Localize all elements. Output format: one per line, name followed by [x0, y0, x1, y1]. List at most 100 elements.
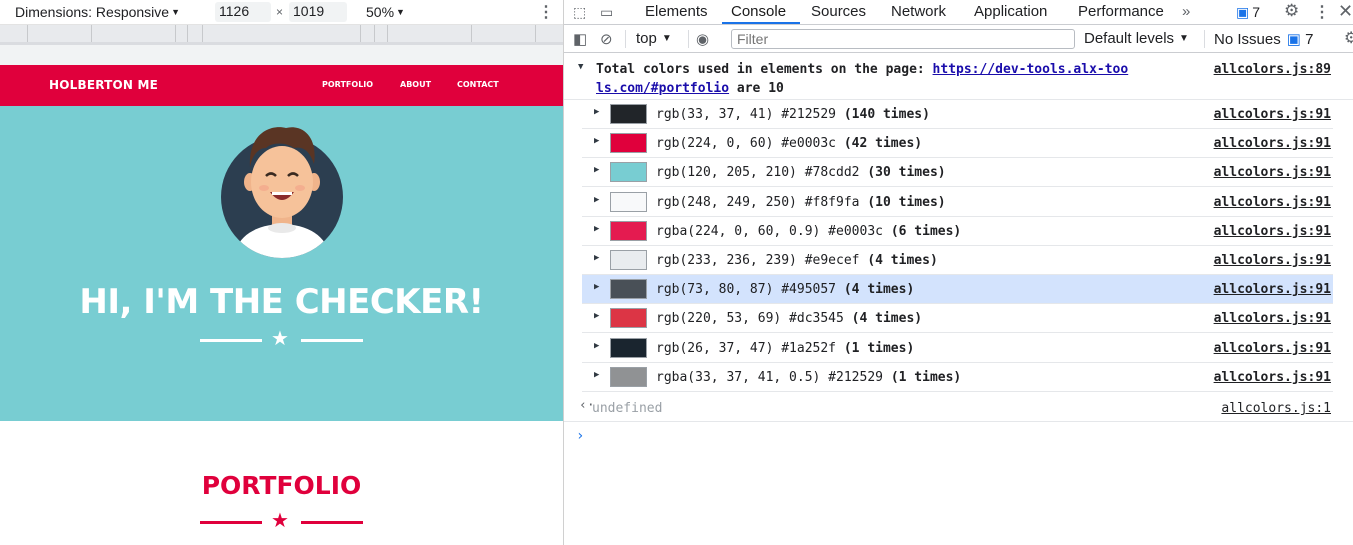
tab-elements[interactable]: Elements [645, 3, 708, 20]
color-text: rgb(73, 80, 87) #495057 (4 times) [656, 282, 914, 297]
color-row[interactable]: ▶ rgb(33, 37, 41) #212529 (140 times) allc… [582, 100, 1333, 129]
color-count: (4 times) [867, 253, 938, 268]
expand-triangle-icon[interactable]: ▶ [594, 224, 599, 234]
source-link[interactable]: allcolors.js:91 [1214, 282, 1331, 297]
source-link[interactable]: allcolors.js:89 [1214, 62, 1331, 77]
color-text: rgb(233, 236, 239) #e9ecef (4 times) [656, 253, 938, 268]
color-row[interactable]: ▶ rgba(33, 37, 41, 0.5) #212529 (1 times)… [582, 363, 1333, 392]
message-icon: ▣ [1236, 4, 1250, 20]
settings-icon[interactable]: ⚙ [1284, 1, 1299, 21]
color-swatch [610, 279, 647, 300]
expand-triangle-icon[interactable]: ▶ [594, 253, 599, 263]
tab-application[interactable]: Application [974, 3, 1047, 20]
color-row[interactable]: ▶ rgb(224, 0, 60) #e0003c (42 times) allco… [582, 129, 1333, 159]
color-count: (1 times) [890, 369, 962, 385]
color-swatch [610, 337, 647, 358]
nav-link-contact[interactable]: CONTACT [457, 80, 499, 89]
color-row[interactable]: ▶ rgb(120, 205, 210) #78cdd2 (30 times) al… [582, 158, 1333, 188]
expand-triangle-icon[interactable]: ▶ [594, 370, 599, 380]
caret-down-icon: ▼ [396, 7, 405, 17]
source-link[interactable]: allcolors.js:91 [1214, 311, 1331, 326]
log-levels-dropdown[interactable]: Default levels ▼ [1084, 30, 1189, 47]
color-row[interactable]: ▶ rgb(73, 80, 87) #495057 (4 times) allcol… [582, 275, 1333, 305]
more-options-icon[interactable]: ⋮ [1314, 2, 1330, 22]
dimensions-dropdown[interactable]: Dimensions: Responsive ▼ [15, 4, 180, 20]
expand-triangle-icon[interactable]: ▶ [594, 107, 599, 117]
expand-triangle-icon[interactable]: ▶ [594, 311, 599, 321]
hero-title: HI, I'M THE CHECKER! [79, 282, 484, 322]
color-count: (10 times) [867, 194, 946, 210]
color-value: rgba(33, 37, 41, 0.5) #212529 [656, 369, 891, 385]
width-input[interactable]: 1126 [215, 2, 271, 22]
console-prompt-icon[interactable]: › [576, 428, 584, 444]
console-result: ‹· undefined allcolors.js:1 [564, 394, 1353, 422]
color-swatch [610, 104, 647, 124]
color-text: rgb(26, 37, 47) #1a252f (1 times) [656, 341, 914, 356]
color-row[interactable]: ▶ rgb(220, 53, 69) #dc3545 (4 times) allco… [582, 304, 1333, 334]
issues-badge[interactable]: ▣ 7 [1236, 4, 1260, 21]
site-brand[interactable]: HOLBERTON ME [49, 78, 158, 92]
expand-triangle-icon[interactable]: ▶ [594, 341, 599, 351]
caret-down-icon: ▼ [661, 33, 672, 44]
sidebar-toggle-icon[interactable]: ◧ [573, 30, 587, 48]
source-link[interactable]: allcolors.js:91 [1214, 224, 1331, 239]
source-link[interactable]: allcolors.js:1 [1221, 401, 1331, 416]
color-count: (4 times) [851, 311, 923, 327]
expand-triangle-icon[interactable]: ▶ [594, 195, 599, 205]
color-value: rgb(248, 249, 250) #f8f9fa [656, 194, 868, 210]
log-levels-label: Default levels [1084, 30, 1175, 47]
portfolio-section: PORTFOLIO ★ [0, 421, 563, 545]
tab-performance[interactable]: Performance [1078, 3, 1164, 20]
message-link[interactable]: https://dev-tools.alx-too [933, 62, 1129, 77]
nav-link-about[interactable]: ABOUT [400, 80, 431, 89]
more-options-icon[interactable]: ⋮ [538, 2, 554, 22]
clear-console-icon[interactable]: ⊘ [600, 30, 613, 48]
color-text: rgba(224, 0, 60, 0.9) #e0003c (6 times) [656, 224, 961, 239]
no-issues-label: No Issues [1214, 31, 1281, 48]
devtools-tabbar: ⬚ ▭ Elements Console Sources Network App… [564, 0, 1353, 25]
hero-divider: ★ [200, 329, 363, 351]
tab-console[interactable]: Console [731, 3, 786, 20]
more-tabs-icon[interactable]: » [1182, 3, 1190, 20]
caret-down-icon: ▼ [1179, 33, 1189, 44]
color-count: (1 times) [843, 340, 915, 356]
source-link[interactable]: allcolors.js:91 [1214, 107, 1331, 122]
source-link[interactable]: allcolors.js:91 [1214, 370, 1331, 385]
nav-link-portfolio[interactable]: PORTFOLIO [322, 80, 373, 89]
color-row[interactable]: ▶ rgb(233, 236, 239) #e9ecef (4 times) all… [582, 246, 1333, 275]
color-count: (42 times) [843, 136, 923, 152]
zoom-dropdown[interactable]: 50% ▼ [366, 4, 405, 20]
console-settings-icon[interactable]: ⚙ [1344, 28, 1353, 48]
source-link[interactable]: allcolors.js:91 [1214, 165, 1331, 180]
expanded-triangle-icon[interactable]: ▼ [578, 62, 583, 72]
color-row[interactable]: ▶ rgb(26, 37, 47) #1a252f (1 times) allcol… [582, 334, 1333, 363]
tab-network[interactable]: Network [891, 3, 946, 20]
color-value: rgb(73, 80, 87) #495057 [656, 282, 844, 298]
message-line-1: Total colors used in elements on the pag… [596, 62, 1128, 77]
color-row[interactable]: ▶ rgba(224, 0, 60, 0.9) #e0003c (6 times)… [582, 217, 1333, 246]
color-text: rgb(224, 0, 60) #e0003c (42 times) [656, 136, 922, 151]
inspect-element-icon[interactable]: ⬚ [573, 4, 586, 21]
source-link[interactable]: allcolors.js:91 [1214, 195, 1331, 210]
color-count: (140 times) [843, 107, 930, 122]
expand-triangle-icon[interactable]: ▶ [594, 165, 599, 175]
context-selector[interactable]: top ▼ [636, 30, 672, 47]
height-input[interactable]: 1019 [289, 2, 347, 22]
message-link-continued[interactable]: ls.com/#portfolio [596, 81, 729, 96]
dimensions-label: Dimensions: Responsive [15, 4, 170, 20]
close-icon[interactable]: ✕ [1338, 1, 1353, 22]
expand-triangle-icon[interactable]: ▶ [594, 282, 599, 292]
device-toolbar-icon[interactable]: ▭ [600, 4, 613, 21]
color-row[interactable]: ▶ rgb(248, 249, 250) #f8f9fa (10 times) al… [582, 188, 1333, 217]
media-query-ruler[interactable] [0, 25, 563, 45]
tab-sources[interactable]: Sources [811, 3, 866, 20]
color-value: rgb(26, 37, 47) #1a252f [656, 340, 844, 356]
issues-button[interactable]: No Issues ▣ 7 [1214, 30, 1313, 48]
source-link[interactable]: allcolors.js:91 [1214, 136, 1331, 151]
filter-input[interactable] [731, 29, 1075, 49]
eye-icon[interactable]: ◉ [696, 30, 709, 48]
source-link[interactable]: allcolors.js:91 [1214, 341, 1331, 356]
source-link[interactable]: allcolors.js:91 [1214, 253, 1331, 268]
color-value: rgb(33, 37, 41) #212529 [656, 107, 844, 122]
expand-triangle-icon[interactable]: ▶ [594, 136, 599, 146]
